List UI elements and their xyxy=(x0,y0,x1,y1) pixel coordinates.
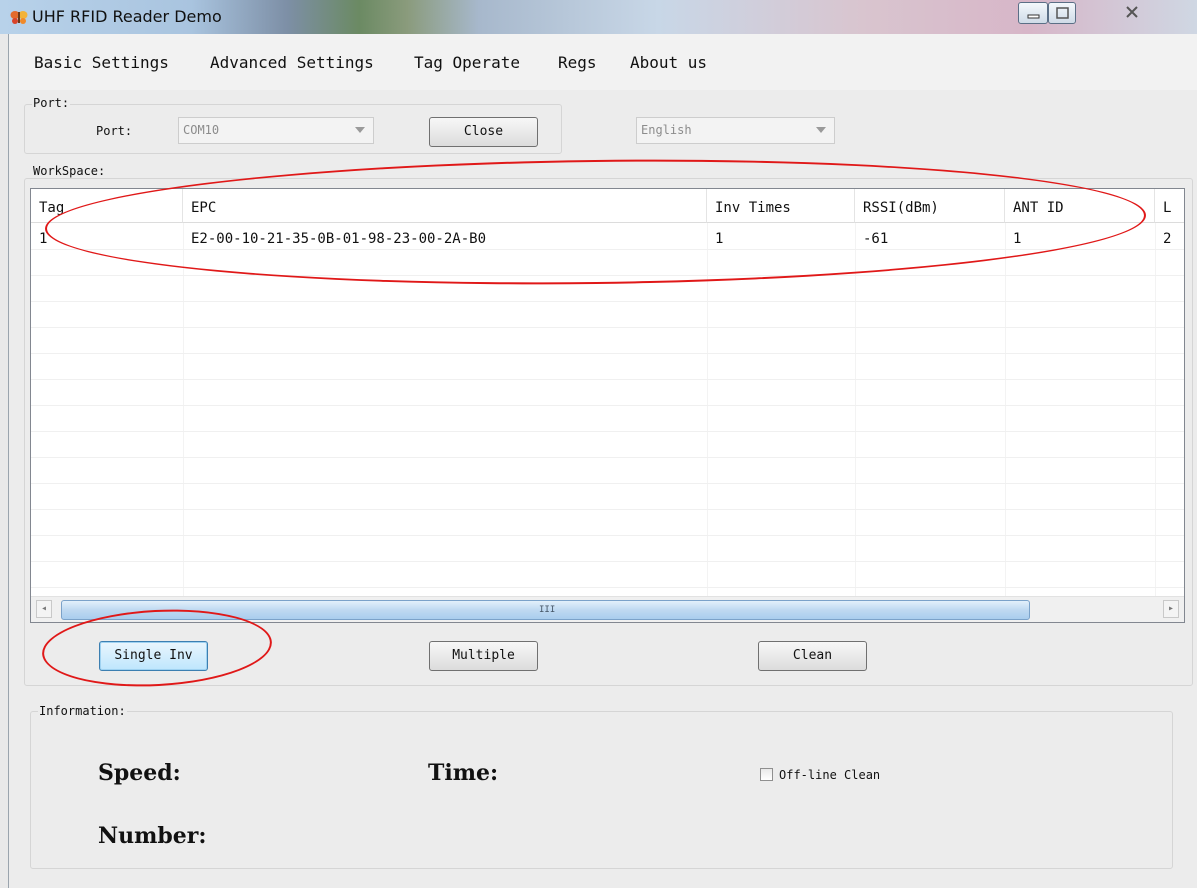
menu-advanced-settings[interactable]: Advanced Settings xyxy=(210,53,374,72)
chevron-down-icon xyxy=(816,127,826,133)
multiple-button[interactable]: Multiple xyxy=(429,641,538,671)
information-legend: Information: xyxy=(38,704,127,718)
grid-line xyxy=(31,535,1184,536)
offline-clean-checkbox[interactable] xyxy=(760,768,773,781)
chevron-down-icon xyxy=(355,127,365,133)
grid-line xyxy=(31,353,1184,354)
maximize-button[interactable] xyxy=(1048,2,1076,24)
chevron-right-icon: ▸ xyxy=(1167,603,1175,614)
maximize-icon xyxy=(1056,7,1069,19)
language-select-value: English xyxy=(641,123,692,137)
grid-line xyxy=(31,405,1184,406)
grid-line xyxy=(31,509,1184,510)
butterfly-app-icon xyxy=(10,9,28,25)
grid-line xyxy=(31,327,1184,328)
grid-line xyxy=(1155,223,1156,597)
menu-basic-settings[interactable]: Basic Settings xyxy=(34,53,169,72)
workspace-legend: WorkSpace: xyxy=(32,164,107,178)
grid-line xyxy=(855,223,856,597)
port-select-value: COM10 xyxy=(183,123,220,137)
close-port-button[interactable]: Close xyxy=(429,117,538,147)
cell-l[interactable]: 2 xyxy=(1155,223,1184,249)
port-select[interactable]: COM10 xyxy=(178,117,374,144)
window-title: UHF RFID Reader Demo xyxy=(32,7,222,26)
menu-tag-operate[interactable]: Tag Operate xyxy=(414,53,520,72)
minimize-icon xyxy=(1027,14,1040,19)
speed-label: Speed: xyxy=(98,760,181,786)
menu-about-us[interactable]: About us xyxy=(630,53,707,72)
close-window-button[interactable] xyxy=(1110,2,1155,24)
grid-line xyxy=(1005,223,1006,597)
grid-line xyxy=(31,431,1184,432)
chevron-left-icon: ◂ xyxy=(40,603,48,614)
time-label: Time: xyxy=(428,760,499,786)
number-label: Number: xyxy=(98,823,207,849)
grid-line xyxy=(183,223,184,597)
port-label: Port: xyxy=(96,124,133,138)
minimize-button[interactable] xyxy=(1018,2,1048,24)
menu-regs[interactable]: Regs xyxy=(558,53,597,72)
offline-clean-label[interactable]: Off-line Clean xyxy=(779,768,880,782)
grid-line xyxy=(31,561,1184,562)
grid-line xyxy=(31,587,1184,588)
menu-bar xyxy=(9,34,1197,90)
grid-line xyxy=(31,301,1184,302)
grid-line xyxy=(31,483,1184,484)
close-icon xyxy=(1126,6,1138,18)
scroll-left-button[interactable]: ◂ xyxy=(36,600,52,618)
clean-button[interactable]: Clean xyxy=(758,641,867,671)
scroll-right-button[interactable]: ▸ xyxy=(1163,600,1179,618)
language-select[interactable]: English xyxy=(636,117,835,144)
grid-line xyxy=(31,379,1184,380)
grid-line xyxy=(31,457,1184,458)
port-group-legend: Port: xyxy=(32,96,71,110)
column-header-l[interactable]: L xyxy=(1155,189,1184,223)
grip-icon: III xyxy=(539,605,556,615)
